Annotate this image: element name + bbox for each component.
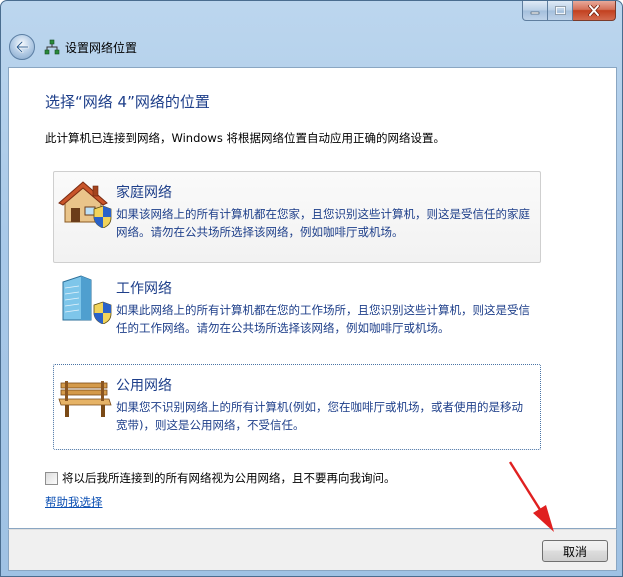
public-network-description: 如果您不识别网络上的所有计算机(例如，您在咖啡厅或机场，或者使用的是移动宽带)，… (116, 400, 523, 432)
cancel-button[interactable]: 取消 (542, 540, 608, 562)
window-controls (522, 1, 616, 21)
work-network-icon (62, 275, 112, 324)
close-icon (588, 5, 600, 16)
home-network-title: 家庭网络 (116, 185, 172, 201)
help-me-choose-link[interactable]: 帮助我选择 (45, 494, 103, 510)
work-network-description: 如果此网络上的所有计算机都在您的工作场所，且您识别这些计算机，则这是受信任的工作… (116, 303, 530, 335)
network-icon (44, 39, 60, 55)
work-network-title: 工作网络 (116, 281, 172, 297)
window-frame: 设置网络位置 选择“网络 4”网络的位置 此计算机已连接到网络，Windows … (0, 0, 623, 577)
intro-text: 此计算机已连接到网络，Windows 将根据网络位置自动应用正确的网络设置。 (45, 131, 445, 145)
public-network-title: 公用网络 (116, 378, 172, 394)
public-network-icon (58, 381, 112, 417)
treat-as-public-checkbox[interactable] (45, 471, 58, 485)
page-title: 选择“网络 4”网络的位置 (45, 93, 210, 111)
public-network-option[interactable]: 公用网络 如果您不识别网络上的所有计算机(例如，您在咖啡厅或机场，或者使用的是移… (53, 364, 541, 450)
window-title: 设置网络位置 (65, 41, 138, 55)
back-button[interactable] (9, 34, 35, 60)
content-panel: 选择“网络 4”网络的位置 此计算机已连接到网络，Windows 将根据网络位置… (8, 67, 617, 529)
home-network-option[interactable]: 家庭网络 如果该网络上的所有计算机都在您家，且您识别这些计算机，则这是受信任的家… (53, 171, 541, 263)
treat-as-public-row[interactable]: 将以后我所连接到的所有网络视为公用网络，且不要再向我询问。 (45, 470, 396, 486)
home-network-description: 如果该网络上的所有计算机都在您家，且您识别这些计算机，则这是受信任的家庭网络。请… (116, 207, 530, 239)
minimize-icon (530, 11, 540, 14)
minimize-button[interactable] (522, 1, 548, 21)
back-arrow-icon (15, 41, 29, 53)
button-footer: 取消 (8, 529, 617, 571)
maximize-icon (554, 6, 566, 15)
home-network-icon (58, 181, 112, 228)
navigation-bar: 设置网络位置 (2, 25, 621, 67)
maximize-button[interactable] (548, 1, 573, 21)
close-button[interactable] (573, 1, 616, 21)
work-network-option[interactable]: 工作网络 如果此网络上的所有计算机都在您的工作场所，且您识别这些计算机，则这是受… (53, 267, 541, 359)
treat-as-public-label[interactable]: 将以后我所连接到的所有网络视为公用网络，且不要再向我询问。 (62, 470, 396, 486)
